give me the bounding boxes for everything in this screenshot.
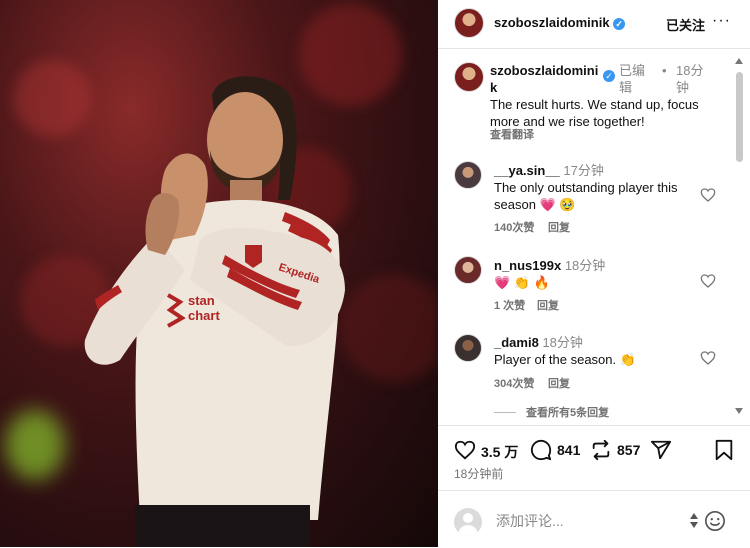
comment-like-icon[interactable] xyxy=(700,273,716,289)
reply-button[interactable]: 回复 xyxy=(537,298,559,315)
edited-label: 已编 辑 xyxy=(619,63,646,95)
comment-input[interactable]: 添加评论... xyxy=(496,513,564,530)
share-icon[interactable] xyxy=(650,439,672,461)
caption-text: The result hurts. We stand up, focus mor… xyxy=(490,97,699,129)
comment-text: Player of the season. 👏 xyxy=(494,352,636,367)
comment-header: n_nus199x 18分钟 xyxy=(494,257,605,274)
save-icon[interactable] xyxy=(714,439,734,461)
header-avatar[interactable] xyxy=(454,8,484,38)
comment-emoji: 👏 xyxy=(619,352,636,367)
like-count[interactable]: 3.5 万 xyxy=(481,442,518,462)
comment-time: 18分钟 xyxy=(564,258,606,273)
user-avatar xyxy=(454,508,482,536)
scrollbar-thumb[interactable] xyxy=(736,72,743,162)
comment-likes[interactable]: 1 次赞 xyxy=(494,298,525,315)
comment-header: _dami8 18分钟 xyxy=(494,334,583,351)
scroll-up-icon[interactable] xyxy=(735,58,743,64)
view-replies-link[interactable]: 查看所有5条回复 xyxy=(526,405,609,422)
comment-bar: 添加评论... xyxy=(438,490,750,548)
comments-scrollbar[interactable] xyxy=(733,58,745,418)
comment-emoji: 💗 👏 🔥 xyxy=(494,275,550,290)
comment-username[interactable]: _dami8 xyxy=(494,335,539,350)
reply-button[interactable]: 回复 xyxy=(548,220,570,237)
replies-divider xyxy=(494,412,516,413)
emoji-icon[interactable] xyxy=(704,510,726,532)
post-image[interactable]: Expedia stan chart xyxy=(0,0,438,547)
follow-button[interactable]: 已关注 xyxy=(666,15,705,34)
more-options-icon[interactable]: ··· xyxy=(712,12,731,30)
comment-time: 18分钟 xyxy=(542,335,583,350)
post-time-ago: 18分钟前 xyxy=(454,467,504,481)
comment-like-icon[interactable] xyxy=(700,187,716,203)
comment-likes[interactable]: 140次赞 xyxy=(494,220,534,237)
caption-time: 18分 钟 xyxy=(676,63,704,95)
comment-avatar[interactable] xyxy=(454,256,482,284)
comment-count[interactable]: 841 xyxy=(557,442,580,458)
scroll-down-icon[interactable] xyxy=(735,408,743,414)
comment-text: The only outstanding player this season … xyxy=(494,180,678,212)
comment-avatar[interactable] xyxy=(454,161,482,189)
svg-text:stan: stan xyxy=(188,293,215,308)
comment-time: 17分钟 xyxy=(563,163,604,178)
post-header: szoboszlaidominik ✓ 已关注 ··· xyxy=(438,0,750,49)
expand-input-icon[interactable] xyxy=(689,513,699,529)
repost-count[interactable]: 857 xyxy=(617,442,640,458)
comment-emoji: 💗 🥹 xyxy=(539,197,576,212)
comment-header: __ya.sin__ 17分钟 xyxy=(494,162,604,179)
caption-username[interactable]: szoboszlaidomini k xyxy=(490,62,598,96)
player-figure: Expedia stan chart xyxy=(84,76,345,547)
comment-username[interactable]: __ya.sin__ xyxy=(494,163,560,178)
post-panel: szoboszlaidominik ✓ 已关注 ··· szoboszlaido… xyxy=(438,0,750,547)
caption-dot: • xyxy=(662,63,667,78)
comment-like-icon[interactable] xyxy=(700,350,716,366)
header-username[interactable]: szoboszlaidominik ✓ xyxy=(494,15,626,30)
repost-icon[interactable] xyxy=(590,439,612,461)
svg-text:chart: chart xyxy=(188,308,220,323)
comment-username[interactable]: n_nus199x xyxy=(494,258,561,273)
comment-icon[interactable] xyxy=(530,439,552,461)
like-icon[interactable] xyxy=(454,439,476,461)
comment-likes[interactable]: 304次赞 xyxy=(494,376,534,393)
reply-button[interactable]: 回复 xyxy=(548,376,570,393)
comment-avatar[interactable] xyxy=(454,334,482,362)
verified-icon: ✓ xyxy=(613,17,626,30)
caption-avatar[interactable] xyxy=(454,62,484,92)
translate-link[interactable]: 查看翻译 xyxy=(490,127,534,144)
verified-icon: ✓ xyxy=(603,70,615,82)
